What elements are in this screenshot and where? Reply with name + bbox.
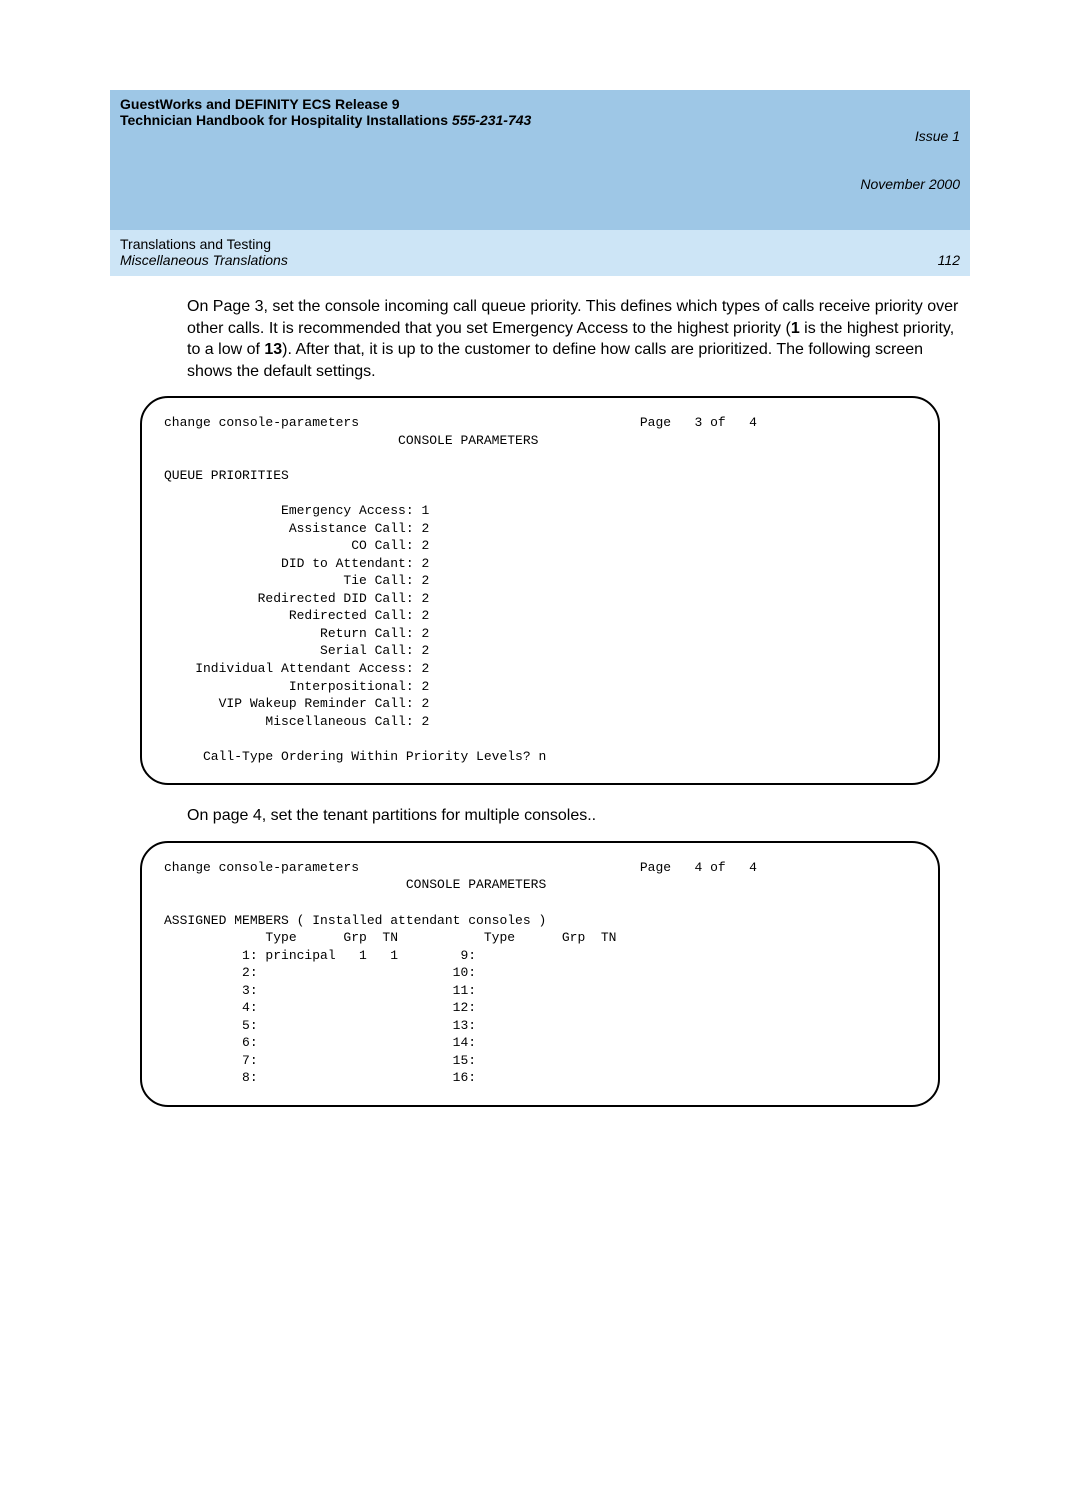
header-subsection-title: Miscellaneous Translations xyxy=(120,252,288,268)
header-bottom-band: Translations and Testing Miscellaneous T… xyxy=(110,230,970,276)
p1-bold2: 13 xyxy=(264,341,282,358)
header-title-line2: Technician Handbook for Hospitality Inst… xyxy=(120,112,531,128)
header-issue-date: Issue 1 November 2000 xyxy=(860,96,960,224)
terminal-screen-2: change console-parameters Page 4 of 4 CO… xyxy=(140,841,940,1107)
page-header: GuestWorks and DEFINITY ECS Release 9 Te… xyxy=(110,90,970,276)
header-title-line1: GuestWorks and DEFINITY ECS Release 9 xyxy=(120,96,531,112)
header-date: November 2000 xyxy=(860,176,960,192)
paragraph-2: On page 4, set the tenant partitions for… xyxy=(187,805,970,827)
p1-bold1: 1 xyxy=(791,320,800,337)
header-page-number: 112 xyxy=(938,252,960,268)
header-issue: Issue 1 xyxy=(860,128,960,144)
page: GuestWorks and DEFINITY ECS Release 9 Te… xyxy=(0,0,1080,1507)
header-doc-number: 555-231-743 xyxy=(452,112,531,128)
terminal-screen-1: change console-parameters Page 3 of 4 CO… xyxy=(140,396,940,785)
p1-post: ). After that, it is up to the customer … xyxy=(187,341,923,380)
header-top-band: GuestWorks and DEFINITY ECS Release 9 Te… xyxy=(110,90,970,230)
header-section-block: Translations and Testing Miscellaneous T… xyxy=(120,236,288,268)
header-title-line2-prefix: Technician Handbook for Hospitality Inst… xyxy=(120,112,452,128)
header-section-title: Translations and Testing xyxy=(120,236,288,252)
header-title-block: GuestWorks and DEFINITY ECS Release 9 Te… xyxy=(120,96,531,224)
paragraph-1: On Page 3, set the console incoming call… xyxy=(187,296,970,382)
